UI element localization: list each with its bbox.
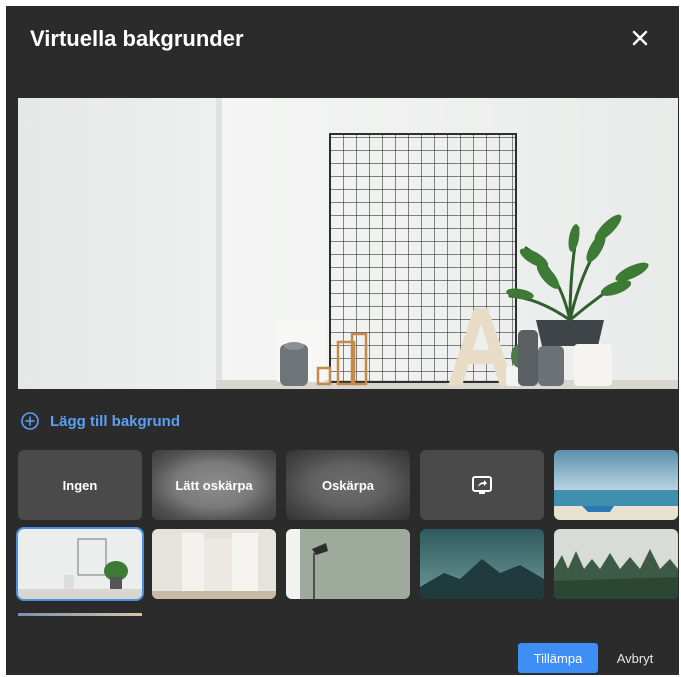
background-misty-forest[interactable] xyxy=(554,529,678,599)
background-green-wall-floor-lamp[interactable] xyxy=(286,529,410,599)
virtual-backgrounds-dialog: Virtuella bakgrunder Lägg till bakgrund … xyxy=(6,6,679,675)
background-mountain-landscape[interactable] xyxy=(420,529,544,599)
hallway-thumbnail xyxy=(152,529,276,599)
screen-share-icon xyxy=(472,476,492,494)
background-gradient-sky[interactable] xyxy=(18,608,142,616)
close-icon xyxy=(632,30,648,46)
option-blur-label: Oskärpa xyxy=(321,477,375,493)
option-blur[interactable]: Oskärpa xyxy=(286,450,410,520)
background-white-hallway-doors[interactable] xyxy=(152,529,276,599)
add-background-button[interactable]: Lägg till bakgrund xyxy=(20,409,180,433)
mountain-thumbnail xyxy=(420,529,544,599)
option-light-blur-label: Lätt oskärpa xyxy=(175,477,253,493)
dialog-title: Virtuella bakgrunder xyxy=(30,26,244,51)
dialog-header: Virtuella bakgrunder xyxy=(6,6,679,68)
background-white-room-with-plant[interactable] xyxy=(18,529,142,599)
background-preview xyxy=(18,98,678,389)
gradient-thumbnail xyxy=(18,613,142,616)
option-light-blur[interactable]: Lätt oskärpa xyxy=(152,450,276,520)
add-background-label: Lägg till bakgrund xyxy=(50,412,180,430)
close-button[interactable] xyxy=(624,22,656,54)
beach-thumbnail xyxy=(554,450,678,520)
green-wall-thumbnail xyxy=(286,529,410,599)
option-screen-share[interactable] xyxy=(420,450,544,520)
option-none[interactable]: Ingen xyxy=(18,450,142,520)
option-none-label: Ingen xyxy=(62,477,98,493)
apply-button[interactable]: Tillämpa xyxy=(518,643,598,673)
background-beach-with-boat[interactable] xyxy=(554,450,678,520)
white-room-thumbnail xyxy=(18,529,142,599)
cancel-button[interactable]: Avbryt xyxy=(604,643,666,673)
plus-circle-icon xyxy=(21,412,39,430)
forest-thumbnail xyxy=(554,529,678,599)
